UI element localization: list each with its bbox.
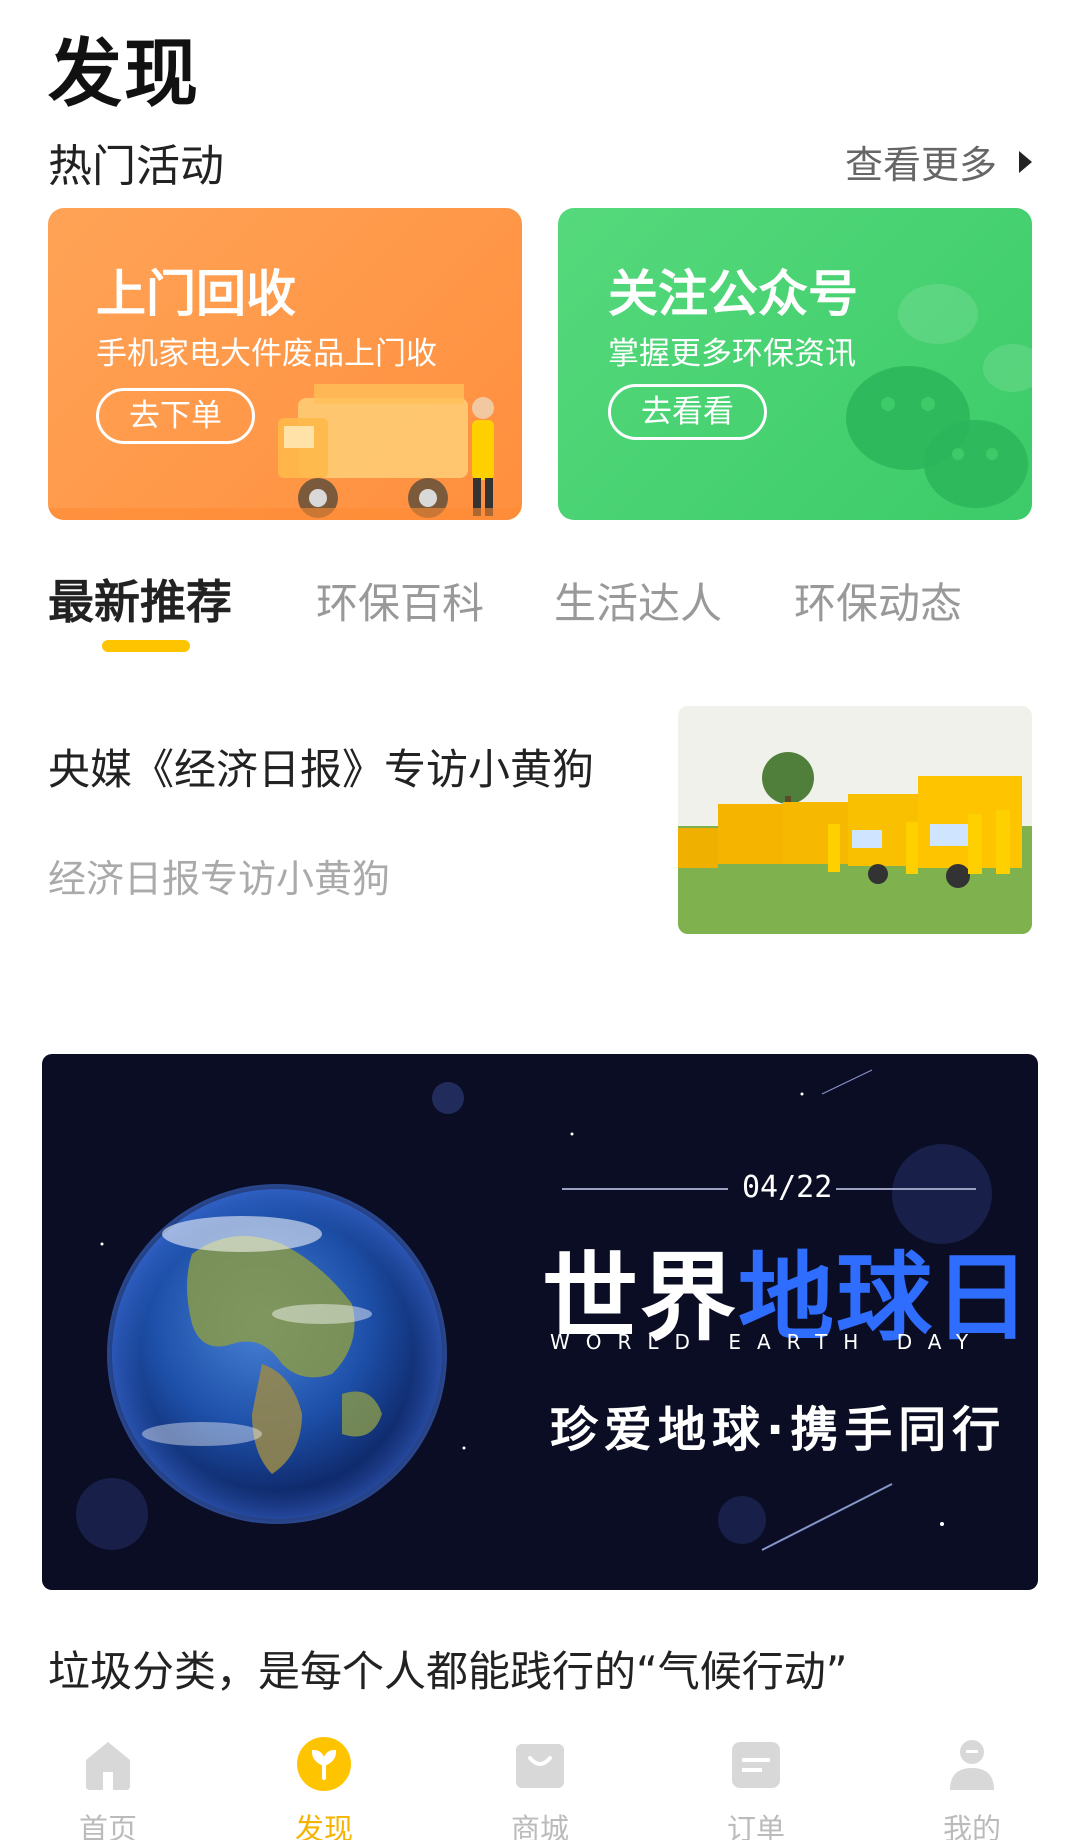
card-subtitle: 掌握更多环保资讯	[608, 336, 856, 372]
nav-label: 发现	[294, 1812, 353, 1840]
nav-item-discover[interactable]: 发现	[216, 1712, 432, 1840]
nav-label: 首页	[78, 1812, 137, 1840]
nav-item-shop[interactable]: 商城	[432, 1712, 648, 1840]
banner-date: 04/22	[742, 1170, 833, 1205]
trucks-photo	[678, 706, 1032, 934]
page-title: 发现	[48, 31, 200, 117]
card-subtitle: 手机家电大件废品上门收	[96, 336, 437, 372]
list-item[interactable]: 央媒《经济日报》专访小黄狗 经济日报专访小黄狗	[48, 706, 1032, 938]
divider	[562, 1188, 728, 1190]
tab-lifestyle[interactable]: 生活达人	[554, 570, 722, 631]
nav-item-home[interactable]: 首页	[0, 1712, 216, 1840]
follow-official-account-card[interactable]: 关注公众号 掌握更多环保资讯 去看看	[558, 208, 1032, 520]
tab-latest[interactable]: 最新推荐	[48, 566, 232, 632]
article-title: 央媒《经济日报》专访小黄狗	[48, 745, 595, 794]
nav-label: 我的	[942, 1812, 1001, 1840]
home-recycling-card[interactable]: 上门回收 手机家电大件废品上门收 去下单	[48, 208, 522, 520]
tab-encyclopedia[interactable]: 环保百科	[316, 570, 484, 631]
article-description: 经济日报专访小黄狗	[48, 857, 391, 901]
place-order-button[interactable]: 去下单	[96, 388, 255, 444]
order-icon	[732, 1742, 780, 1788]
see-more-link[interactable]: 查看更多	[845, 134, 1032, 189]
earth-day-banner[interactable]: 04/22 世界地球日 WORLD EARTH DAY 珍爱地球·携手同行	[42, 1054, 1038, 1590]
nav-item-orders[interactable]: 订单	[648, 1712, 864, 1840]
active-tab-indicator	[102, 640, 190, 652]
profile-icon	[950, 1740, 994, 1790]
bottom-nav: 首页 发现 商城 订单 我的	[0, 1712, 1080, 1840]
banner-english-subtitle: WORLD EARTH DAY	[550, 1330, 985, 1354]
shop-icon	[516, 1744, 564, 1788]
triangle-right-icon	[1019, 150, 1032, 173]
article-title[interactable]: 垃圾分类，是每个人都能践行的“气候行动”	[48, 1638, 848, 1699]
view-button[interactable]: 去看看	[608, 384, 767, 440]
home-icon	[86, 1742, 130, 1790]
hot-activities-header: 热门活动 查看更多	[48, 128, 1032, 192]
nav-label: 订单	[726, 1812, 785, 1840]
card-title: 关注公众号	[608, 265, 858, 323]
nav-item-profile[interactable]: 我的	[864, 1712, 1080, 1840]
card-title: 上门回收	[96, 265, 296, 323]
tab-news[interactable]: 环保动态	[794, 570, 962, 631]
section-title: 热门活动	[48, 141, 224, 192]
discover-icon	[297, 1737, 351, 1791]
nav-label: 商城	[510, 1812, 569, 1840]
see-more-label: 查看更多	[844, 143, 997, 187]
article-thumbnail	[678, 706, 1032, 934]
category-tabs: 最新推荐 环保百科 生活达人 环保动态	[48, 566, 1032, 652]
banner-slogan: 珍爱地球·携手同行	[550, 1402, 1007, 1458]
divider	[836, 1188, 976, 1190]
